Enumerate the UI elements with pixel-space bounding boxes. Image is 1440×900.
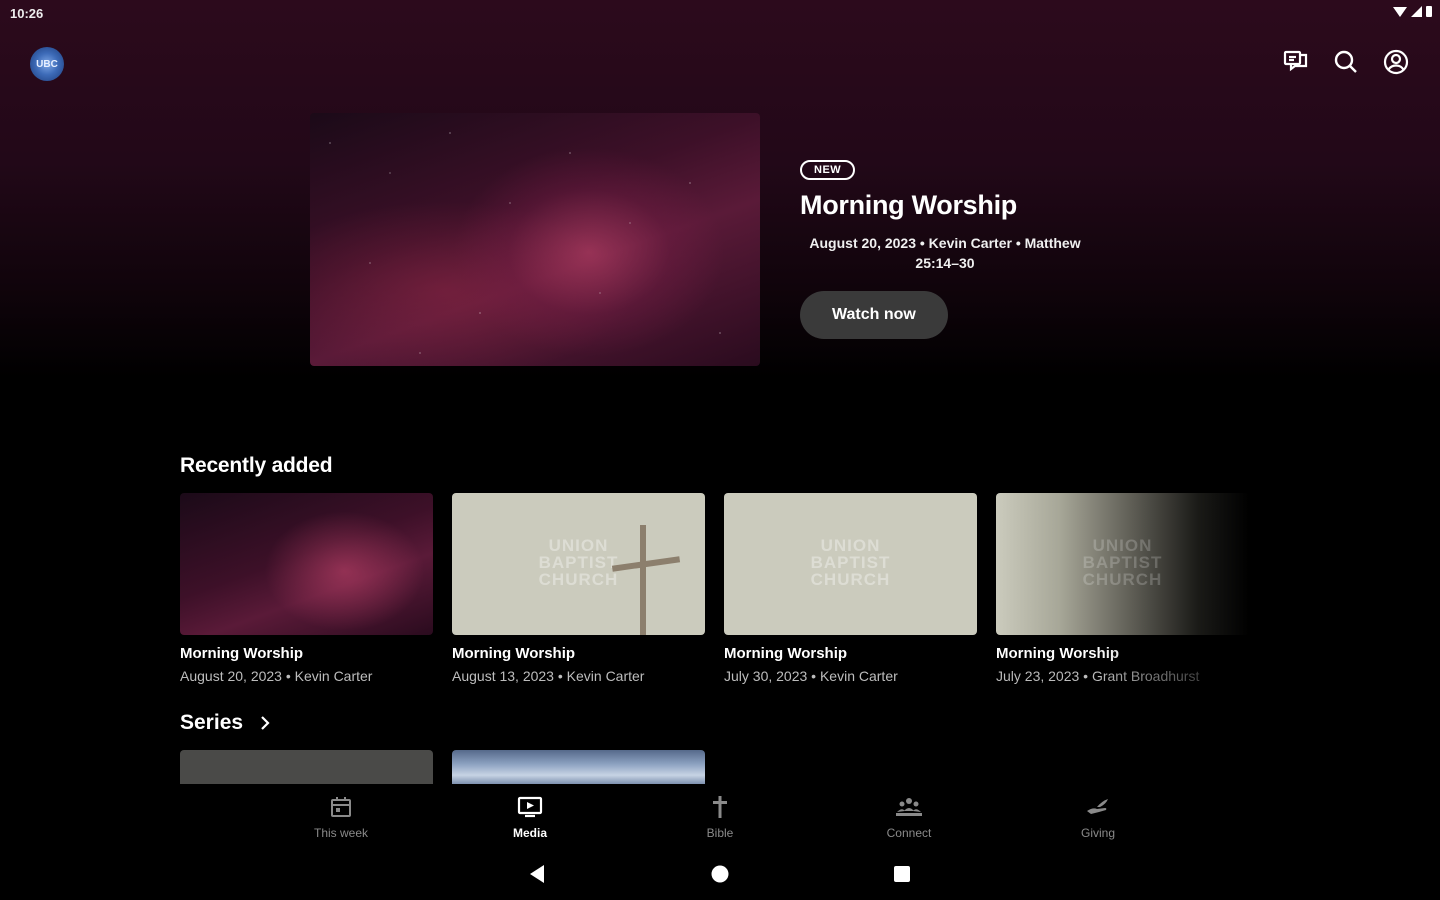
- hero-title: Morning Worship: [800, 190, 1017, 220]
- top-actions: [1282, 48, 1410, 76]
- recently-added-list: Morning Worship August 20, 2023 • Kevin …: [180, 493, 1249, 684]
- media-icon: [517, 796, 543, 818]
- series-title: Series: [180, 711, 244, 734]
- cross-image: [640, 525, 646, 635]
- search-button[interactable]: [1332, 48, 1360, 76]
- series-heading[interactable]: Series: [180, 711, 271, 735]
- hero-meta: August 20, 2023 • Kevin Carter • Matthew…: [809, 235, 1081, 271]
- cross-icon: [713, 796, 727, 818]
- status-time: 10:26: [10, 6, 44, 21]
- account-icon: [1383, 49, 1409, 75]
- church-watermark: UNION BAPTIST CHURCH: [810, 536, 891, 589]
- back-icon[interactable]: [528, 864, 546, 884]
- nav-this-week[interactable]: This week: [281, 794, 401, 840]
- recently-added-heading: Recently added: [180, 454, 333, 477]
- card-meta: July 30, 2023 • Kevin Carter: [724, 668, 898, 684]
- chevron-right-icon: [261, 716, 270, 730]
- nav-media[interactable]: Media: [470, 794, 590, 840]
- status-bar: 10:26: [0, 0, 1440, 30]
- starfield-image: [310, 113, 760, 366]
- watch-now-button[interactable]: Watch now: [800, 291, 948, 339]
- card-title: Morning Worship: [452, 645, 576, 662]
- nav-giving[interactable]: Giving: [1038, 794, 1158, 840]
- search-icon: [1334, 50, 1357, 73]
- hero-thumbnail[interactable]: [310, 113, 760, 366]
- series-card[interactable]: [452, 750, 705, 786]
- card-thumbnail: [180, 493, 433, 635]
- chat-icon: [1283, 50, 1308, 72]
- card-title: Morning Worship: [724, 645, 848, 662]
- series-card[interactable]: [180, 750, 433, 786]
- card-meta: August 20, 2023 • Kevin Carter: [180, 668, 373, 684]
- wifi-icon: [1393, 6, 1407, 17]
- chat-button[interactable]: [1282, 48, 1310, 76]
- nav-label: This week: [313, 826, 369, 840]
- giving-icon: [1087, 799, 1108, 814]
- profile-button[interactable]: [1382, 48, 1410, 76]
- media-card[interactable]: UNION BAPTIST CHURCH Morning Worship Jul…: [724, 493, 977, 684]
- app-screen: 10:26 UBC NEW Morning Worship August 20,…: [0, 0, 1440, 900]
- nav-label: Connect: [886, 826, 932, 840]
- card-title: Morning Worship: [996, 645, 1249, 662]
- card-meta: August 13, 2023 • Kevin Carter: [452, 668, 645, 684]
- card-thumbnail: UNION BAPTIST CHURCH: [724, 493, 977, 635]
- nav-connect[interactable]: Connect: [849, 794, 969, 840]
- logo-text: UBC: [36, 58, 58, 70]
- church-logo[interactable]: UBC: [30, 47, 64, 81]
- nav-label: Giving: [1080, 826, 1115, 840]
- card-meta: July 23, 2023 • Grant Broadhurst: [996, 668, 1249, 684]
- church-watermark: UNION BAPTIST CHURCH: [1082, 536, 1163, 589]
- recents-icon[interactable]: [893, 865, 911, 883]
- card-thumbnail: UNION BAPTIST CHURCH: [996, 493, 1249, 635]
- signal-icon: [1411, 6, 1422, 17]
- nav-label: Bible: [706, 826, 734, 840]
- media-card[interactable]: UNION BAPTIST CHURCH Morning Worship Jul…: [996, 493, 1249, 684]
- system-navigation: [0, 860, 1440, 890]
- people-icon: [896, 798, 922, 816]
- hero-info: NEW Morning Worship August 20, 2023 • Ke…: [800, 160, 1100, 339]
- series-list: [180, 750, 705, 786]
- calendar-icon: [331, 797, 351, 817]
- status-icons: [1393, 6, 1432, 17]
- new-badge: NEW: [800, 160, 856, 180]
- media-card[interactable]: Morning Worship August 20, 2023 • Kevin …: [180, 493, 433, 684]
- media-card[interactable]: UNION BAPTIST CHURCH Morning Worship Aug…: [452, 493, 705, 684]
- card-title: Morning Worship: [180, 645, 304, 662]
- battery-icon: [1426, 6, 1432, 17]
- home-icon[interactable]: [711, 865, 729, 883]
- nav-bible[interactable]: Bible: [660, 794, 780, 840]
- card-thumbnail: UNION BAPTIST CHURCH: [452, 493, 705, 635]
- nav-label: Media: [512, 826, 547, 840]
